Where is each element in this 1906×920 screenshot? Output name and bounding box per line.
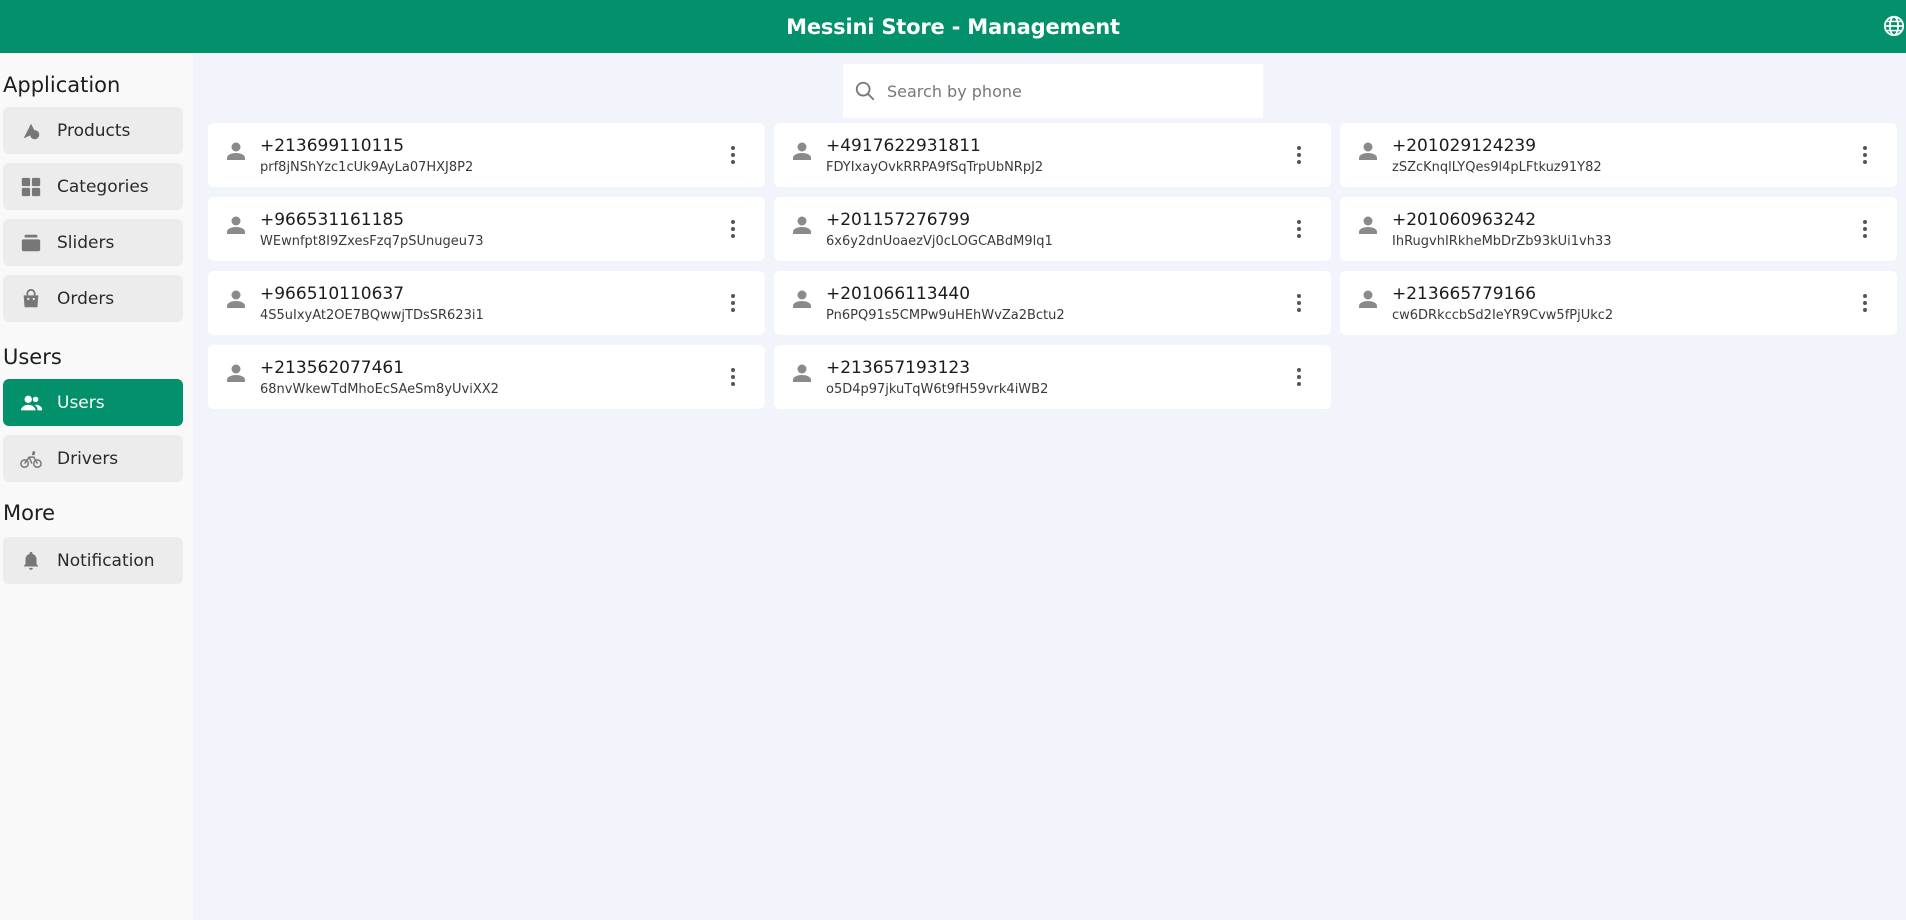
sidebar-item-notification[interactable]: Notification (3, 537, 183, 584)
sidebar-item-drivers[interactable]: Drivers (3, 435, 183, 482)
more-vert-icon[interactable] (1853, 291, 1877, 315)
user-phone: +201066113440 (826, 284, 971, 304)
sidebar-item-label: Notification (57, 550, 155, 571)
more-vert-icon[interactable] (1853, 143, 1877, 167)
more-vert-icon[interactable] (1287, 143, 1311, 167)
user-card[interactable]: +201029124239 zSZcKnqlLYQes9l4pLFtkuz91Y… (1340, 123, 1897, 187)
section-title-application: Application (3, 73, 121, 97)
sidebar-item-sliders[interactable]: Sliders (3, 219, 183, 266)
user-card[interactable]: +213562077461 68nvWkewTdMhoEcSAeSm8yUviX… (208, 345, 765, 409)
section-title-more: More (3, 501, 56, 525)
more-vert-icon[interactable] (1287, 217, 1311, 241)
globe-icon[interactable] (1882, 14, 1906, 38)
user-phone: +213699110115 (260, 136, 405, 156)
user-card[interactable]: +213699110115 prf8jNShYzc1cUk9AyLa07HXJ8… (208, 123, 765, 187)
person-icon (790, 361, 814, 385)
person-icon (1356, 139, 1380, 163)
sidebar-item-label: Drivers (57, 448, 119, 469)
person-icon (790, 287, 814, 311)
more-vert-icon[interactable] (721, 365, 745, 389)
sidebar-item-categories[interactable]: Categories (3, 163, 183, 210)
user-phone: +213665779166 (1392, 284, 1537, 304)
grid-icon (19, 175, 43, 199)
sidebar-item-orders[interactable]: Orders (3, 275, 183, 322)
sidebar-item-label: Categories (57, 176, 149, 197)
people-icon (19, 391, 43, 415)
layers-icon (19, 231, 43, 255)
sidebar-item-label: Products (57, 120, 131, 141)
user-phone: +213657193123 (826, 358, 971, 378)
more-vert-icon[interactable] (721, 217, 745, 241)
more-vert-icon[interactable] (721, 143, 745, 167)
user-card[interactable]: +201157276799 6x6y2dnUoaezVj0cLOGCABdM9l… (774, 197, 1331, 261)
bell-icon (19, 549, 43, 573)
more-vert-icon[interactable] (1853, 217, 1877, 241)
user-id: IhRugvhIRkheMbDrZb93kUi1vh33 (1392, 234, 1612, 249)
person-icon (224, 213, 248, 237)
user-phone: +966510110637 (260, 284, 405, 304)
user-id: Pn6PQ91s5CMPw9uHEhWvZa2Bctu2 (826, 308, 1065, 323)
user-card[interactable]: +213665779166 cw6DRkccbSd2IeYR9Cvw5fPjUk… (1340, 271, 1897, 335)
person-icon (790, 139, 814, 163)
user-id: 4S5uIxyAt2OE7BQwwjTDsSR623i1 (260, 308, 484, 323)
more-vert-icon[interactable] (1287, 291, 1311, 315)
user-card[interactable]: +4917622931811 FDYIxayOvkRRPA9fSqTrpUbNR… (774, 123, 1331, 187)
user-phone: +4917622931811 (826, 136, 981, 156)
person-icon (790, 213, 814, 237)
sidebar: Application Products Categories Sliders … (0, 53, 193, 920)
sidebar-item-users[interactable]: Users (3, 379, 183, 426)
more-vert-icon[interactable] (721, 291, 745, 315)
user-id: o5D4p97jkuTqW6t9fH59vrk4iWB2 (826, 382, 1049, 397)
user-id: 6x6y2dnUoaezVj0cLOGCABdM9lq1 (826, 234, 1053, 249)
person-icon (1356, 287, 1380, 311)
user-card[interactable]: +201066113440 Pn6PQ91s5CMPw9uHEhWvZa2Bct… (774, 271, 1331, 335)
user-phone: +201060963242 (1392, 210, 1537, 230)
sidebar-item-label: Users (57, 392, 105, 413)
user-card[interactable]: +966531161185 WEwnfpt8I9ZxesFzq7pSUnugeu… (208, 197, 765, 261)
user-id: WEwnfpt8I9ZxesFzq7pSUnugeu73 (260, 234, 484, 249)
search-input[interactable] (885, 80, 1249, 102)
user-card[interactable]: +966510110637 4S5uIxyAt2OE7BQwwjTDsSR623… (208, 271, 765, 335)
user-card[interactable]: +213657193123 o5D4p97jkuTqW6t9fH59vrk4iW… (774, 345, 1331, 409)
user-id: 68nvWkewTdMhoEcSAeSm8yUviXX2 (260, 382, 499, 397)
person-icon (224, 139, 248, 163)
sidebar-item-products[interactable]: Products (3, 107, 183, 154)
user-id: prf8jNShYzc1cUk9AyLa07HXJ8P2 (260, 160, 474, 175)
user-phone: +213562077461 (260, 358, 405, 378)
user-phone: +201157276799 (826, 210, 971, 230)
search-box (843, 64, 1263, 118)
user-id: FDYIxayOvkRRPA9fSqTrpUbNRpJ2 (826, 160, 1044, 175)
person-icon (224, 361, 248, 385)
shapes-icon (19, 119, 43, 143)
user-id: zSZcKnqlLYQes9l4pLFtkuz91Y82 (1392, 160, 1602, 175)
sidebar-item-label: Sliders (57, 232, 115, 253)
sidebar-item-label: Orders (57, 288, 115, 309)
section-title-users: Users (3, 345, 62, 369)
user-phone: +201029124239 (1392, 136, 1537, 156)
app-title: Messini Store - Management (786, 14, 1120, 39)
person-icon (224, 287, 248, 311)
search-icon (853, 79, 877, 103)
more-vert-icon[interactable] (1287, 365, 1311, 389)
top-bar: Messini Store - Management (0, 0, 1906, 53)
bike-icon (19, 447, 43, 471)
user-phone: +966531161185 (260, 210, 405, 230)
person-icon (1356, 213, 1380, 237)
user-id: cw6DRkccbSd2IeYR9Cvw5fPjUkc2 (1392, 308, 1614, 323)
user-card[interactable]: +201060963242 IhRugvhIRkheMbDrZb93kUi1vh… (1340, 197, 1897, 261)
bag-icon (19, 287, 43, 311)
